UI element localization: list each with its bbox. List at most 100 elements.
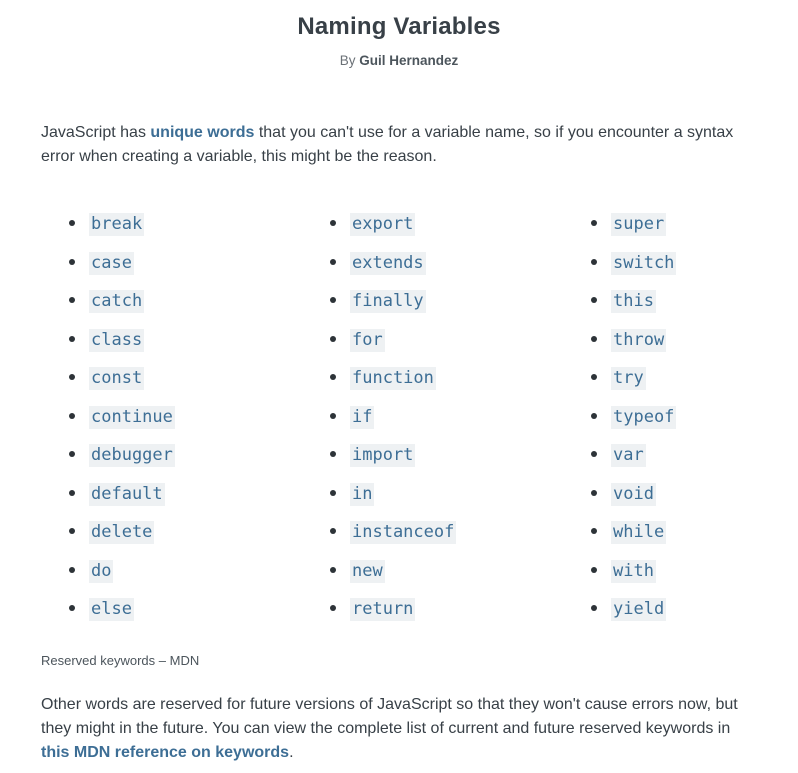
keyword-list-item: super (589, 207, 676, 246)
keyword-code: class (89, 328, 145, 352)
keyword-list-item: extends (328, 246, 456, 285)
keyword-code: debugger (89, 444, 175, 467)
keyword-list-item: class (67, 323, 175, 362)
keyword-list-item: var (589, 438, 676, 477)
keyword-list-item: in (328, 477, 456, 516)
bullet-icon (591, 374, 597, 380)
bullet-icon (69, 566, 75, 573)
byline: By Guil Hernandez (0, 53, 798, 68)
keyword-code: void (611, 482, 656, 506)
bullet-icon (591, 451, 597, 457)
bullet-icon (591, 605, 597, 611)
bullet-icon (330, 605, 336, 611)
keyword-list-item: break (67, 207, 175, 246)
keyword-code: return (350, 598, 416, 621)
keyword-code: for (350, 328, 385, 352)
keyword-list-item: while (589, 515, 676, 554)
bullet-icon (591, 335, 597, 342)
keyword-list-column-1: break case catch class const continue debugger… (67, 207, 175, 631)
keyword-code: const (89, 367, 145, 390)
keyword-code: try (611, 367, 646, 390)
page-title: Naming Variables (297, 13, 501, 40)
keyword-list-item: try (589, 361, 676, 400)
keyword-code: case (89, 251, 134, 275)
bullet-icon (69, 258, 75, 265)
keyword-list-item: else (67, 592, 175, 631)
keyword-list-item: void (589, 477, 676, 516)
keyword-list-item: instanceof (328, 515, 457, 554)
keyword-code: extends (350, 251, 426, 275)
keyword-code: while (611, 521, 667, 544)
keyword-code: import (350, 444, 416, 467)
bullet-icon (69, 528, 75, 534)
bullet-icon (330, 489, 336, 496)
keyword-code: throw (611, 328, 667, 352)
outro-paragraph: Other words are reserved for future vers… (41, 693, 741, 765)
unique-words-link[interactable]: unique words (150, 124, 254, 141)
keyword-list-item: throw (589, 323, 676, 362)
bullet-icon (69, 412, 75, 419)
keyword-code: catch (89, 290, 145, 313)
keyword-list-item: const (67, 361, 175, 400)
keyword-list-item: catch (67, 284, 175, 323)
keyword-list-item: import (328, 438, 456, 477)
keyword-list-item: export (328, 207, 456, 246)
keyword-code: super (611, 213, 667, 236)
keyword-list-item: switch (589, 246, 677, 285)
intro-paragraph: JavaScript has unique words that you can… (41, 121, 741, 169)
keyword-code: default (89, 482, 165, 506)
image-caption: Reserved keywords – MDN (41, 653, 200, 668)
keyword-code: with (611, 559, 656, 583)
keyword-list-item: function (328, 361, 456, 400)
keyword-list-column-2: export extends finally for function if import i… (328, 207, 457, 631)
keyword-code: finally (350, 290, 426, 313)
bullet-icon (69, 451, 75, 457)
keyword-list-item: debugger (67, 438, 175, 477)
keyword-code: in (350, 482, 375, 506)
outro-text-before: Other words are reserved for future vers… (41, 696, 738, 737)
keyword-code: continue (89, 405, 175, 429)
bullet-icon (69, 335, 75, 342)
keyword-code: instanceof (350, 521, 457, 544)
bullet-icon (591, 297, 597, 303)
outro-text-after: . (289, 744, 294, 761)
bullet-icon (330, 451, 336, 457)
mdn-reference-link[interactable]: this MDN reference on keywords (41, 744, 289, 761)
keyword-list-item: for (328, 323, 456, 362)
keyword-list-item: typeof (589, 400, 677, 439)
bullet-icon (330, 258, 336, 265)
bullet-icon (591, 489, 597, 496)
bullet-icon (330, 220, 336, 226)
bullet-icon (330, 528, 336, 534)
keyword-code: delete (89, 521, 155, 544)
keyword-list-item: finally (328, 284, 456, 323)
keyword-code: typeof (611, 405, 677, 429)
bullet-icon (69, 605, 75, 611)
keyword-code: var (611, 444, 646, 467)
keyword-code: this (611, 290, 656, 313)
keyword-list-item: if (328, 400, 456, 439)
bullet-icon (591, 528, 597, 534)
bullet-icon (330, 297, 336, 303)
keyword-list-column-3: super switch this throw try typeof var void whil… (589, 207, 677, 631)
keyword-code: yield (611, 598, 667, 621)
bullet-icon (330, 335, 336, 342)
keyword-list-item: delete (67, 515, 175, 554)
keyword-list-item: default (67, 477, 175, 516)
keyword-list-item: new (328, 554, 456, 593)
keyword-list-item: with (589, 554, 676, 593)
keyword-code: break (89, 213, 145, 236)
keyword-code: else (89, 598, 134, 621)
keyword-code: export (350, 213, 416, 236)
keyword-code: function (350, 367, 436, 390)
bullet-icon (69, 374, 75, 380)
keyword-code: new (350, 559, 385, 583)
bullet-icon (69, 489, 75, 496)
keyword-list-item: case (67, 246, 175, 285)
bullet-icon (591, 566, 597, 573)
keyword-list-item: continue (67, 400, 175, 439)
bullet-icon (69, 297, 75, 303)
keyword-list-item: return (328, 592, 456, 631)
bullet-icon (330, 566, 336, 573)
keyword-code: do (89, 559, 114, 583)
